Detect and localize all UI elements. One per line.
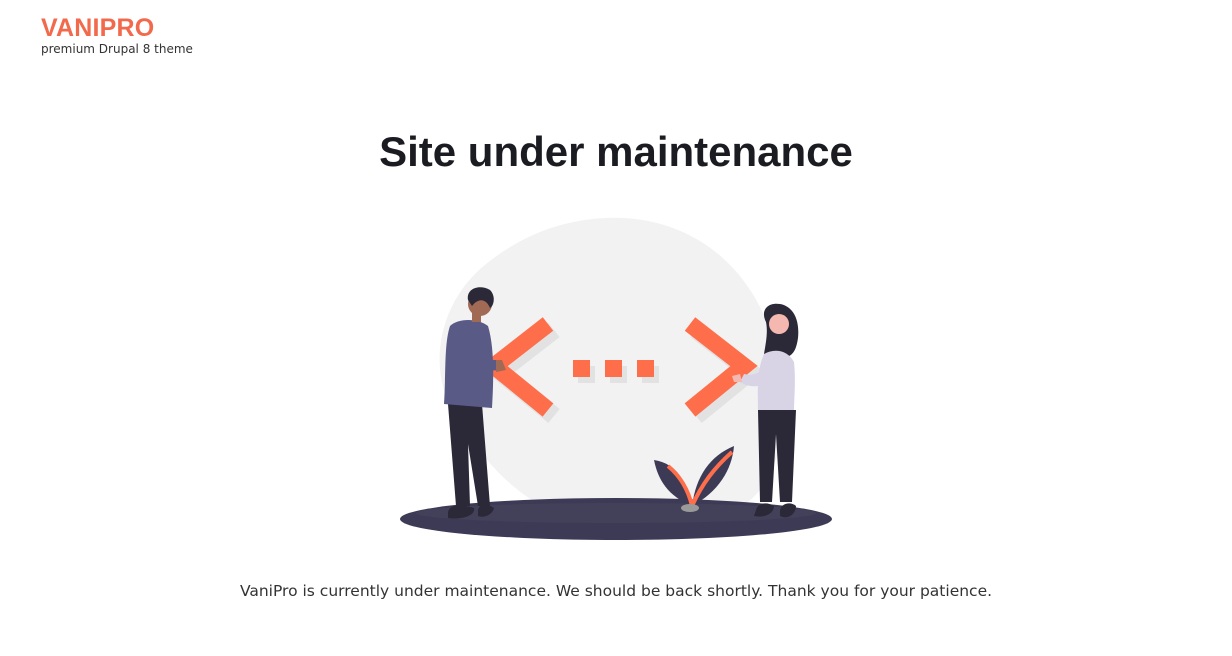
dot-3	[637, 360, 654, 377]
site-logo-link[interactable]: VANIPRO premium Drupal 8 theme	[41, 14, 193, 56]
dot-1	[573, 360, 590, 377]
site-name: VANIPRO	[41, 14, 155, 42]
site-tagline: premium Drupal 8 theme	[41, 42, 193, 56]
dot-2	[605, 360, 622, 377]
maintenance-illustration	[396, 214, 836, 550]
maintenance-page: VANIPRO premium Drupal 8 theme Site unde…	[0, 0, 1232, 656]
maintenance-message: VaniPro is currently under maintenance. …	[239, 582, 993, 600]
page-title: Site under maintenance	[379, 128, 853, 175]
